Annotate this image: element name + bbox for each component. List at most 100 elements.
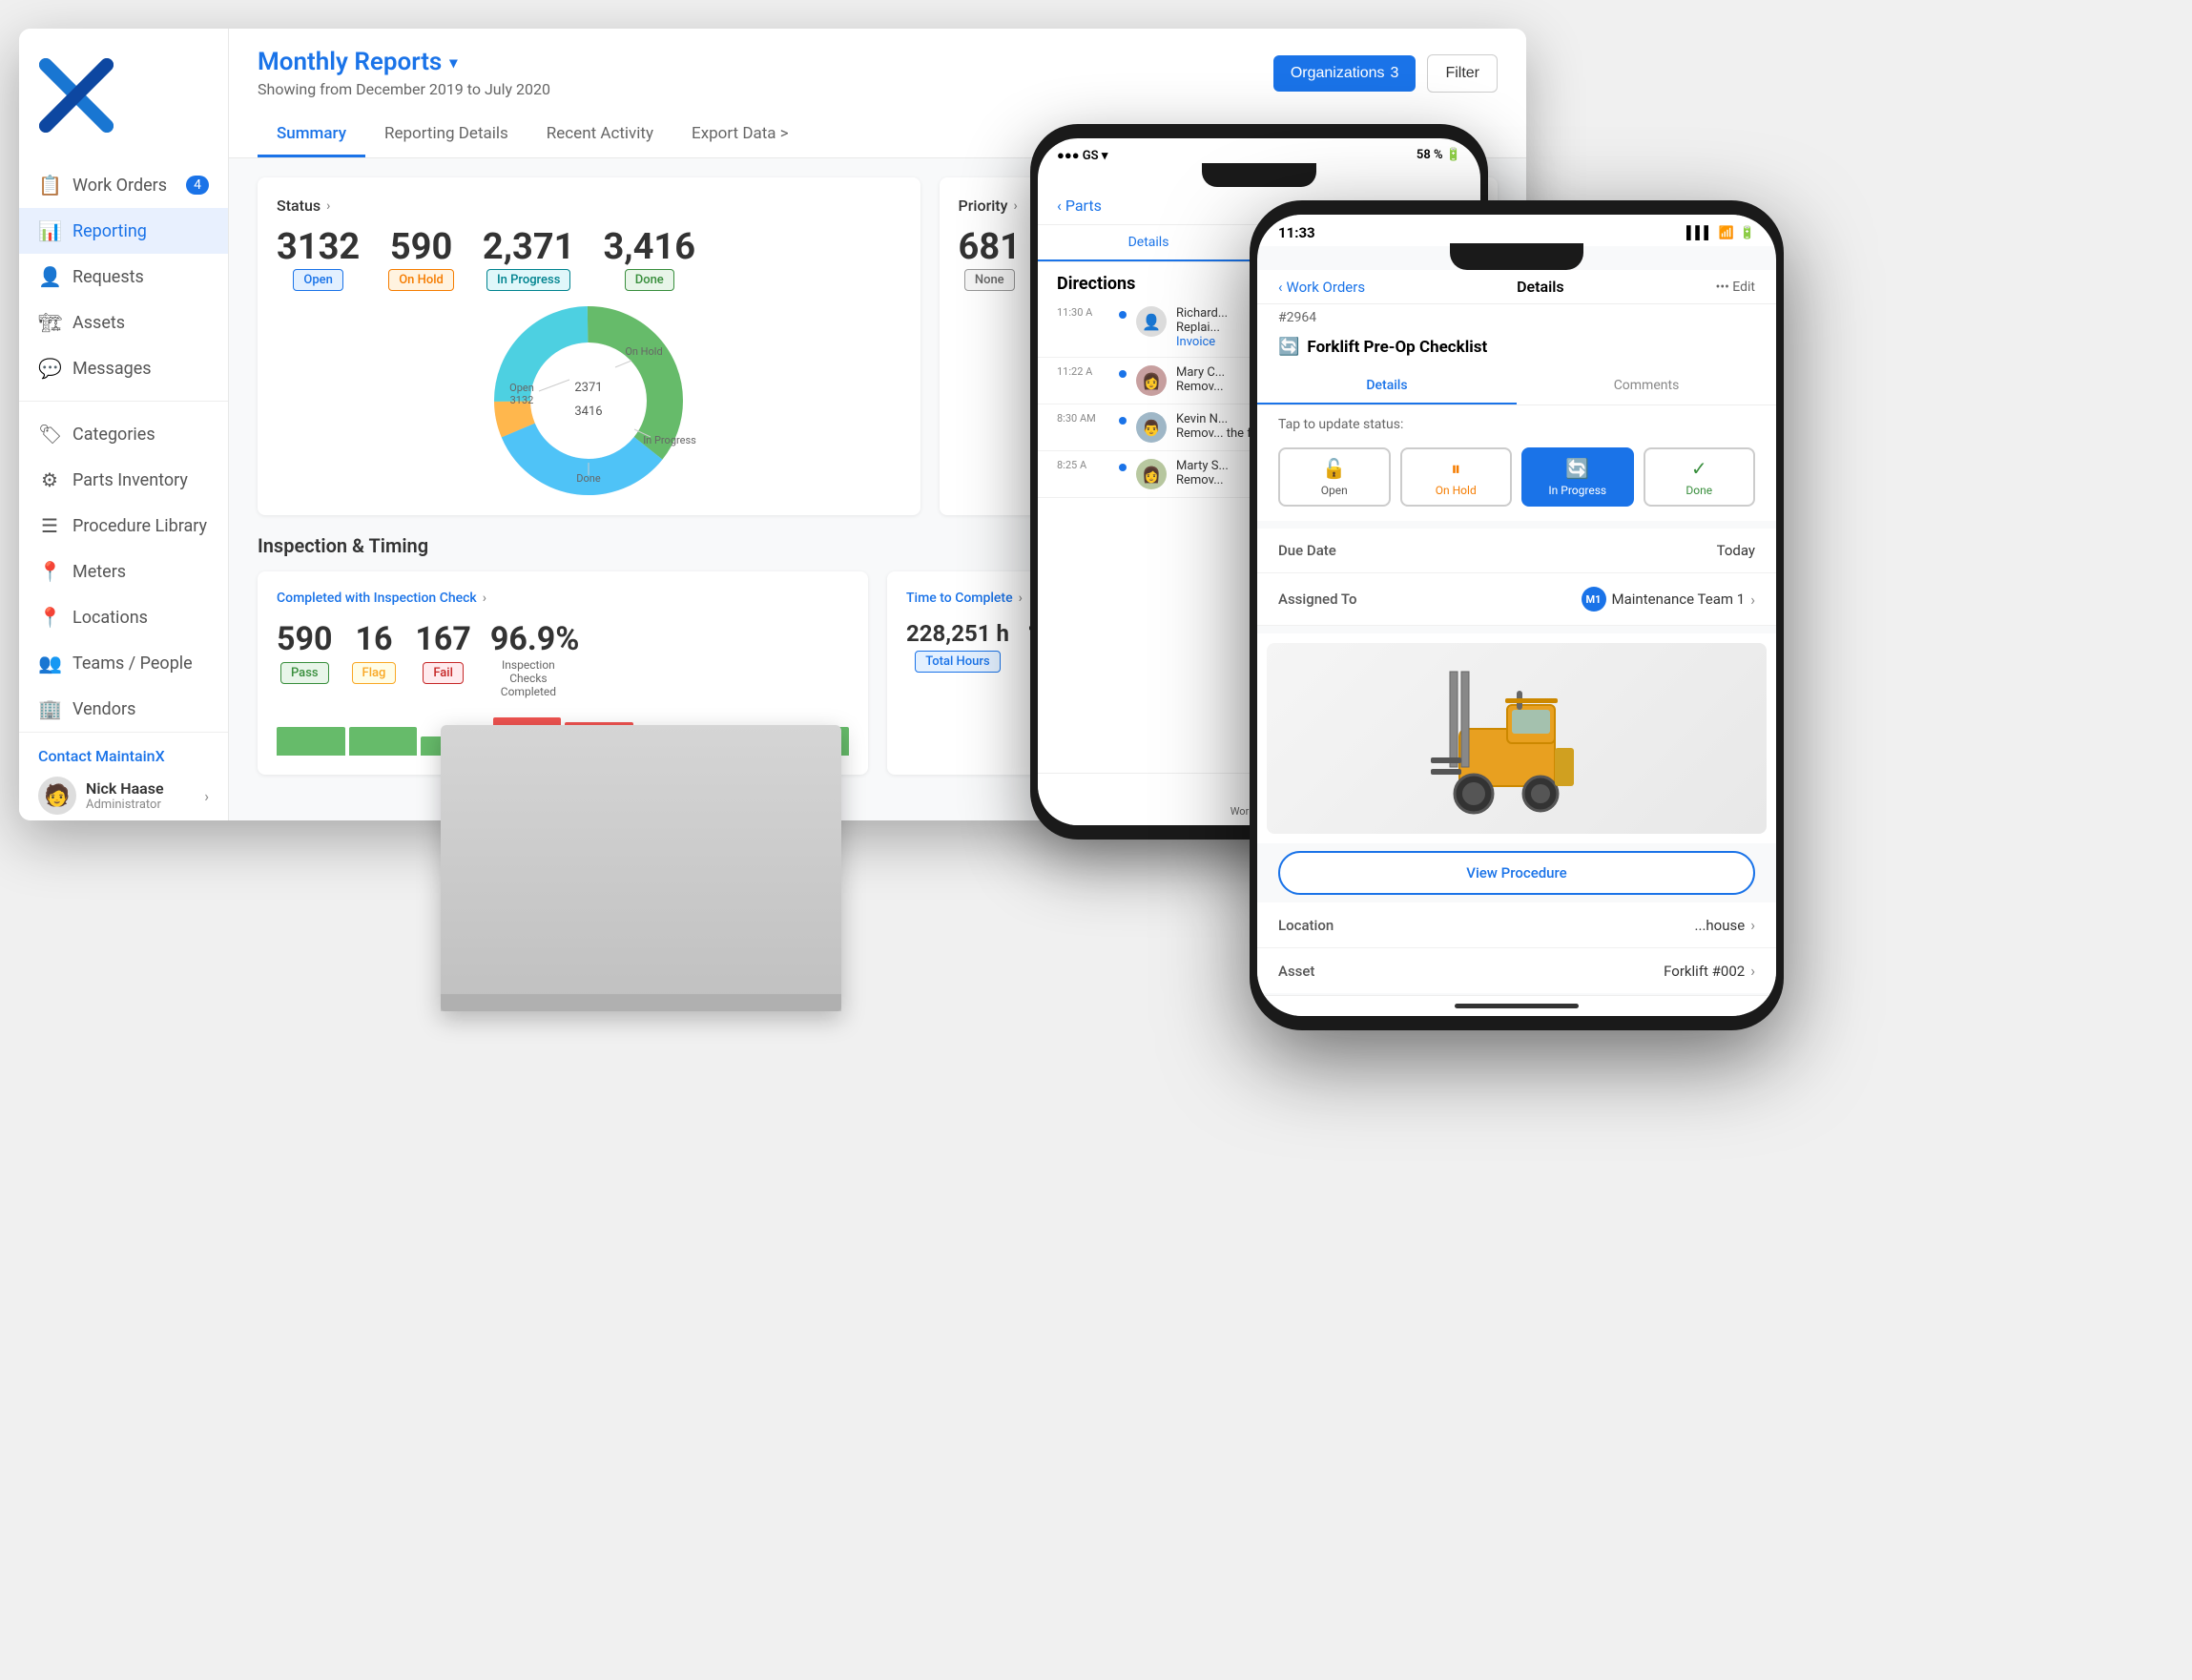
signal-icon: ▌▌▌	[1686, 225, 1713, 240]
sidebar-label-teams: Teams / People	[72, 653, 193, 674]
app-logo	[19, 48, 228, 162]
activity-time-0: 11:30 A	[1057, 306, 1109, 349]
organizations-button[interactable]: Organizations 3	[1273, 55, 1417, 92]
sidebar-item-requests[interactable]: 👤 Requests	[19, 254, 228, 300]
battery-icon: 🔋	[1740, 226, 1755, 240]
activity-dot	[1119, 311, 1127, 319]
activity-avatar-3: 👩	[1136, 459, 1167, 489]
logo-icon	[38, 57, 114, 134]
teams-icon: 👥	[38, 652, 61, 674]
view-procedure-button[interactable]: View Procedure	[1278, 851, 1755, 895]
messages-icon: 💬	[38, 357, 61, 380]
tab-recent-activity[interactable]: Recent Activity	[527, 113, 672, 157]
orgs-count: 3	[1391, 65, 1399, 82]
wo-nav-title: Details	[1517, 278, 1564, 296]
bar-2	[349, 727, 418, 756]
wo-nav-actions[interactable]: ••• Edit	[1716, 280, 1755, 295]
sidebar-item-teams[interactable]: 👥 Teams / People	[19, 640, 228, 686]
done-badge: Done	[625, 269, 674, 291]
wo-field-location[interactable]: Location ...house ›	[1257, 902, 1776, 948]
wo-title: 🔄 Forklift Pre-Op Checklist	[1257, 331, 1776, 368]
tab-export-data[interactable]: Export Data >	[672, 113, 808, 157]
parts-tab-details[interactable]: Details	[1038, 225, 1259, 261]
phone-front-screen: 11:33 ▌▌▌ 📶 🔋 ‹ Work Orders Details ••• …	[1257, 215, 1776, 1016]
user-details: Nick Haase Administrator	[86, 779, 195, 812]
sidebar-item-vendors[interactable]: 🏢 Vendors	[19, 686, 228, 732]
sidebar-item-meters[interactable]: 📍 Meters	[19, 549, 228, 594]
header-top: Monthly Reports ▾ Showing from December …	[258, 48, 1498, 98]
pass-badge: Pass	[280, 662, 329, 684]
vendors-icon: 🏢	[38, 697, 61, 720]
status-btn-done[interactable]: ✓ Done	[1644, 447, 1756, 507]
requests-icon: 👤	[38, 265, 61, 288]
sidebar-item-messages[interactable]: 💬 Messages	[19, 345, 228, 391]
wo-detail-tabs: Details Comments	[1257, 368, 1776, 405]
wo-body: Tap to update status: 🔓 Open ⏸ On Hold 🔄	[1257, 405, 1776, 995]
activity-avatar-0: 👤	[1136, 306, 1167, 337]
sidebar-item-reporting[interactable]: 📊 Reporting	[19, 208, 228, 254]
bar-pass	[277, 727, 345, 756]
phone-back-notch	[1202, 163, 1316, 187]
status-btn-on-hold[interactable]: ⏸ On Hold	[1400, 447, 1513, 507]
contact-maintainx-link[interactable]: Contact MaintainX	[38, 747, 209, 765]
status-btn-in-progress[interactable]: 🔄 In Progress	[1521, 447, 1634, 507]
activity-avatar-1: 👩	[1136, 365, 1167, 396]
wo-status-icons: ▌▌▌ 📶 🔋	[1686, 225, 1755, 240]
sidebar-label-reporting: Reporting	[72, 221, 147, 241]
sidebar-label-locations: Locations	[72, 608, 148, 628]
sidebar-item-procedure-library[interactable]: ☰ Procedure Library	[19, 503, 228, 549]
activity-time-1: 11:22 A	[1057, 365, 1109, 396]
sidebar-item-locations[interactable]: 📍 Locations	[19, 594, 228, 640]
activity-content-0: Richard... Replai... Invoice	[1176, 306, 1228, 349]
wo-tab-comments[interactable]: Comments	[1517, 368, 1776, 404]
status-donut-chart: Open 3132 On Hold In Progress Done 2371 …	[277, 305, 901, 496]
header-actions: Organizations 3 Filter	[1273, 54, 1498, 93]
activity-content-3: Marty S... Remov...	[1176, 459, 1229, 489]
wo-bottom-indicator	[1257, 995, 1776, 1016]
activity-time-3: 8:25 A	[1057, 459, 1109, 489]
on-hold-status-icon: ⏸	[1406, 457, 1507, 480]
tab-summary[interactable]: Summary	[258, 113, 365, 157]
parts-back-button[interactable]: ‹ Parts	[1057, 197, 1102, 215]
svg-text:Open: Open	[509, 382, 534, 394]
sidebar-label-procedure: Procedure Library	[72, 516, 207, 536]
wo-field-assigned-to[interactable]: Assigned To M1 Maintenance Team 1 ›	[1257, 573, 1776, 626]
sidebar: 📋 Work Orders 4 📊 Reporting 👤 Requests 🏗…	[19, 29, 229, 820]
sidebar-item-assets[interactable]: 🏗 Assets	[19, 300, 228, 345]
user-info: 🧑 Nick Haase Administrator ›	[38, 777, 209, 815]
status-btn-open[interactable]: 🔓 Open	[1278, 447, 1391, 507]
work-orders-icon: 📋	[38, 174, 61, 197]
svg-text:In Progress: In Progress	[643, 434, 696, 446]
in-progress-status-icon: 🔄	[1527, 457, 1628, 480]
stat-inspection-checks: 96.9% Inspection Checks Completed	[490, 620, 580, 698]
wo-field-asset[interactable]: Asset Forklift #002 ›	[1257, 948, 1776, 993]
user-chevron-icon[interactable]: ›	[204, 787, 209, 805]
status-chevron-icon: ›	[326, 198, 330, 214]
filter-button[interactable]: Filter	[1427, 54, 1498, 93]
forklift-svg	[1421, 653, 1612, 824]
priority-chevron-icon: ›	[1013, 198, 1017, 214]
open-badge: Open	[293, 269, 342, 291]
wo-tab-details[interactable]: Details	[1257, 368, 1517, 404]
open-status-icon: 🔓	[1284, 457, 1385, 480]
wo-status-time: 11:33	[1278, 224, 1315, 241]
sidebar-item-parts-inventory[interactable]: ⚙ Parts Inventory	[19, 457, 228, 503]
sidebar-item-work-orders[interactable]: 📋 Work Orders 4	[19, 162, 228, 208]
wo-id: #2964	[1257, 304, 1776, 331]
stat-pass: 590 Pass	[277, 620, 333, 698]
procedure-icon: ☰	[38, 514, 61, 537]
categories-icon: 🏷	[38, 423, 61, 446]
done-status-icon: ✓	[1649, 457, 1750, 480]
wo-fields-section: Due Date Today Assigned To M1 Maintenanc…	[1257, 529, 1776, 626]
stat-none: 681 None	[959, 229, 1021, 291]
sidebar-label-work-orders: Work Orders	[72, 176, 167, 196]
locations-icon: 📍	[38, 606, 61, 629]
wo-back-button[interactable]: ‹ Work Orders	[1278, 279, 1365, 296]
assigned-to-value: M1 Maintenance Team 1 ›	[1582, 587, 1755, 612]
sidebar-label-messages: Messages	[72, 359, 152, 379]
sidebar-item-categories[interactable]: 🏷 Categories	[19, 411, 228, 457]
arrow-down-icon: ▾	[449, 53, 457, 72]
tab-reporting-details[interactable]: Reporting Details	[365, 113, 527, 157]
tap-label: Tap to update status:	[1257, 405, 1776, 440]
wo-status-bar: 11:33 ▌▌▌ 📶 🔋	[1257, 215, 1776, 246]
